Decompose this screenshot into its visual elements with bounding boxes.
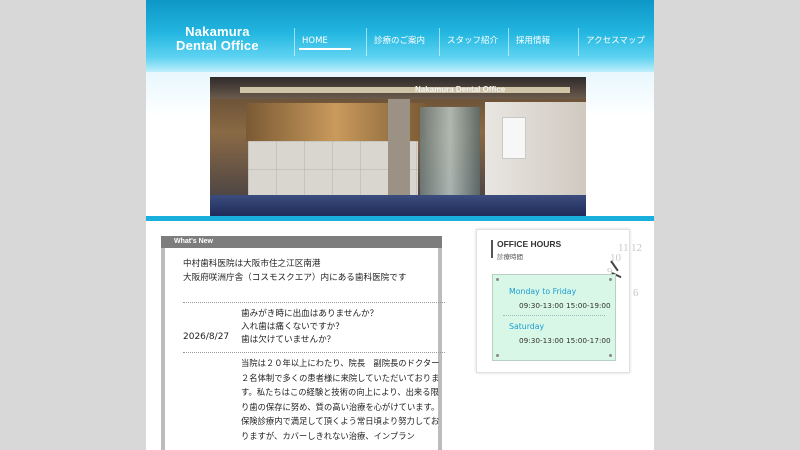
nav-access[interactable]: アクセスマップ bbox=[578, 28, 645, 56]
nav-services-label: 診療のご案内 bbox=[374, 36, 426, 46]
hero-divider bbox=[146, 216, 654, 221]
site-header: Nakamura Dental Office HOME 診療のご案内 スタッフ紹… bbox=[146, 0, 654, 72]
schedule-day: Monday to Friday bbox=[509, 287, 577, 296]
news-body: 当院は２０年以上にわたり、院長 副院長のドクター２名体制で多くの患者様に来院して… bbox=[241, 358, 440, 441]
clock-number: 12 bbox=[631, 242, 642, 254]
whats-new-title: What's New bbox=[161, 236, 442, 248]
whats-new-box: What's New 中村歯科医院は大阪市住之江区南港 大阪府咲洲庁舎（コスモス… bbox=[161, 236, 445, 450]
pin-icon bbox=[496, 354, 499, 357]
pin-icon bbox=[496, 278, 499, 281]
news-divider bbox=[183, 302, 445, 303]
nav-home-label: HOME bbox=[302, 36, 328, 46]
photo-glass-door bbox=[420, 107, 480, 207]
news-entry-line3: 歯は欠けていませんか？ bbox=[241, 335, 336, 345]
nav-staff[interactable]: スタッフ紹介 bbox=[439, 28, 498, 56]
nav-recruit-label: 採用情報 bbox=[516, 36, 551, 46]
nav-home[interactable]: HOME bbox=[294, 28, 351, 56]
site-logo[interactable]: Nakamura Dental Office bbox=[176, 25, 259, 53]
photo-sign-panel bbox=[502, 117, 526, 159]
news-entry-line1: 歯みがき時に出血はありませんか？ bbox=[241, 309, 379, 319]
nav-staff-label: スタッフ紹介 bbox=[447, 36, 499, 46]
photo-sign-text: Nakamura Dental Office bbox=[415, 85, 506, 94]
hours-title-bar bbox=[491, 240, 493, 258]
photo-ceiling-light bbox=[240, 87, 570, 93]
clock-number: 6 bbox=[633, 287, 639, 299]
news-date: 2026/8/27 bbox=[183, 332, 230, 342]
logo-line1: Nakamura bbox=[185, 24, 250, 39]
nav-recruit[interactable]: 採用情報 bbox=[508, 28, 550, 56]
office-hours-title: OFFICE HOURS bbox=[497, 239, 562, 249]
logo-line2: Dental Office bbox=[176, 38, 259, 53]
active-underline bbox=[299, 48, 351, 50]
clinic-photo: Nakamura Dental Office bbox=[210, 77, 586, 216]
page: Nakamura Dental Office HOME 診療のご案内 スタッフ紹… bbox=[146, 0, 654, 450]
news-intro-line1: 中村歯科医院は大阪市住之江区南港 bbox=[183, 259, 321, 269]
pin-icon bbox=[609, 354, 612, 357]
news-entry-line2: 入れ歯は痛くないですか？ bbox=[241, 322, 344, 332]
nav-access-label: アクセスマップ bbox=[586, 36, 645, 46]
news-entry: 歯みがき時に出血はありませんか？ 入れ歯は痛くないですか？ 歯は欠けていませんか… bbox=[241, 308, 378, 347]
news-divider bbox=[183, 352, 445, 353]
schedule-times: 09:30-13:00 15:00-19:00 bbox=[519, 301, 611, 310]
schedule-day: Saturday bbox=[509, 322, 545, 331]
schedule-divider bbox=[503, 315, 605, 316]
office-hours-box: OFFICE HOURS 診療時間 11 12 10 9 6 Monday to… bbox=[476, 229, 642, 373]
news-intro-line2: 大阪府咲洲庁舎（コスモスクエア）内にある歯科医院です bbox=[183, 273, 407, 283]
schedule-card: Monday to Friday 09:30-13:00 15:00-19:00… bbox=[492, 274, 616, 361]
pin-icon bbox=[609, 278, 612, 281]
photo-floor bbox=[210, 195, 586, 216]
office-hours-subtitle: 診療時間 bbox=[497, 253, 523, 261]
whats-new-content[interactable]: 中村歯科医院は大阪市住之江区南港 大阪府咲洲庁舎（コスモスクエア）内にある歯科医… bbox=[165, 248, 445, 450]
nav-services[interactable]: 診療のご案内 bbox=[366, 28, 425, 56]
news-intro: 中村歯科医院は大阪市住之江区南港 大阪府咲洲庁舎（コスモスクエア）内にある歯科医… bbox=[183, 257, 406, 285]
schedule-times: 09:30-13:00 15:00-17:00 bbox=[519, 336, 611, 345]
